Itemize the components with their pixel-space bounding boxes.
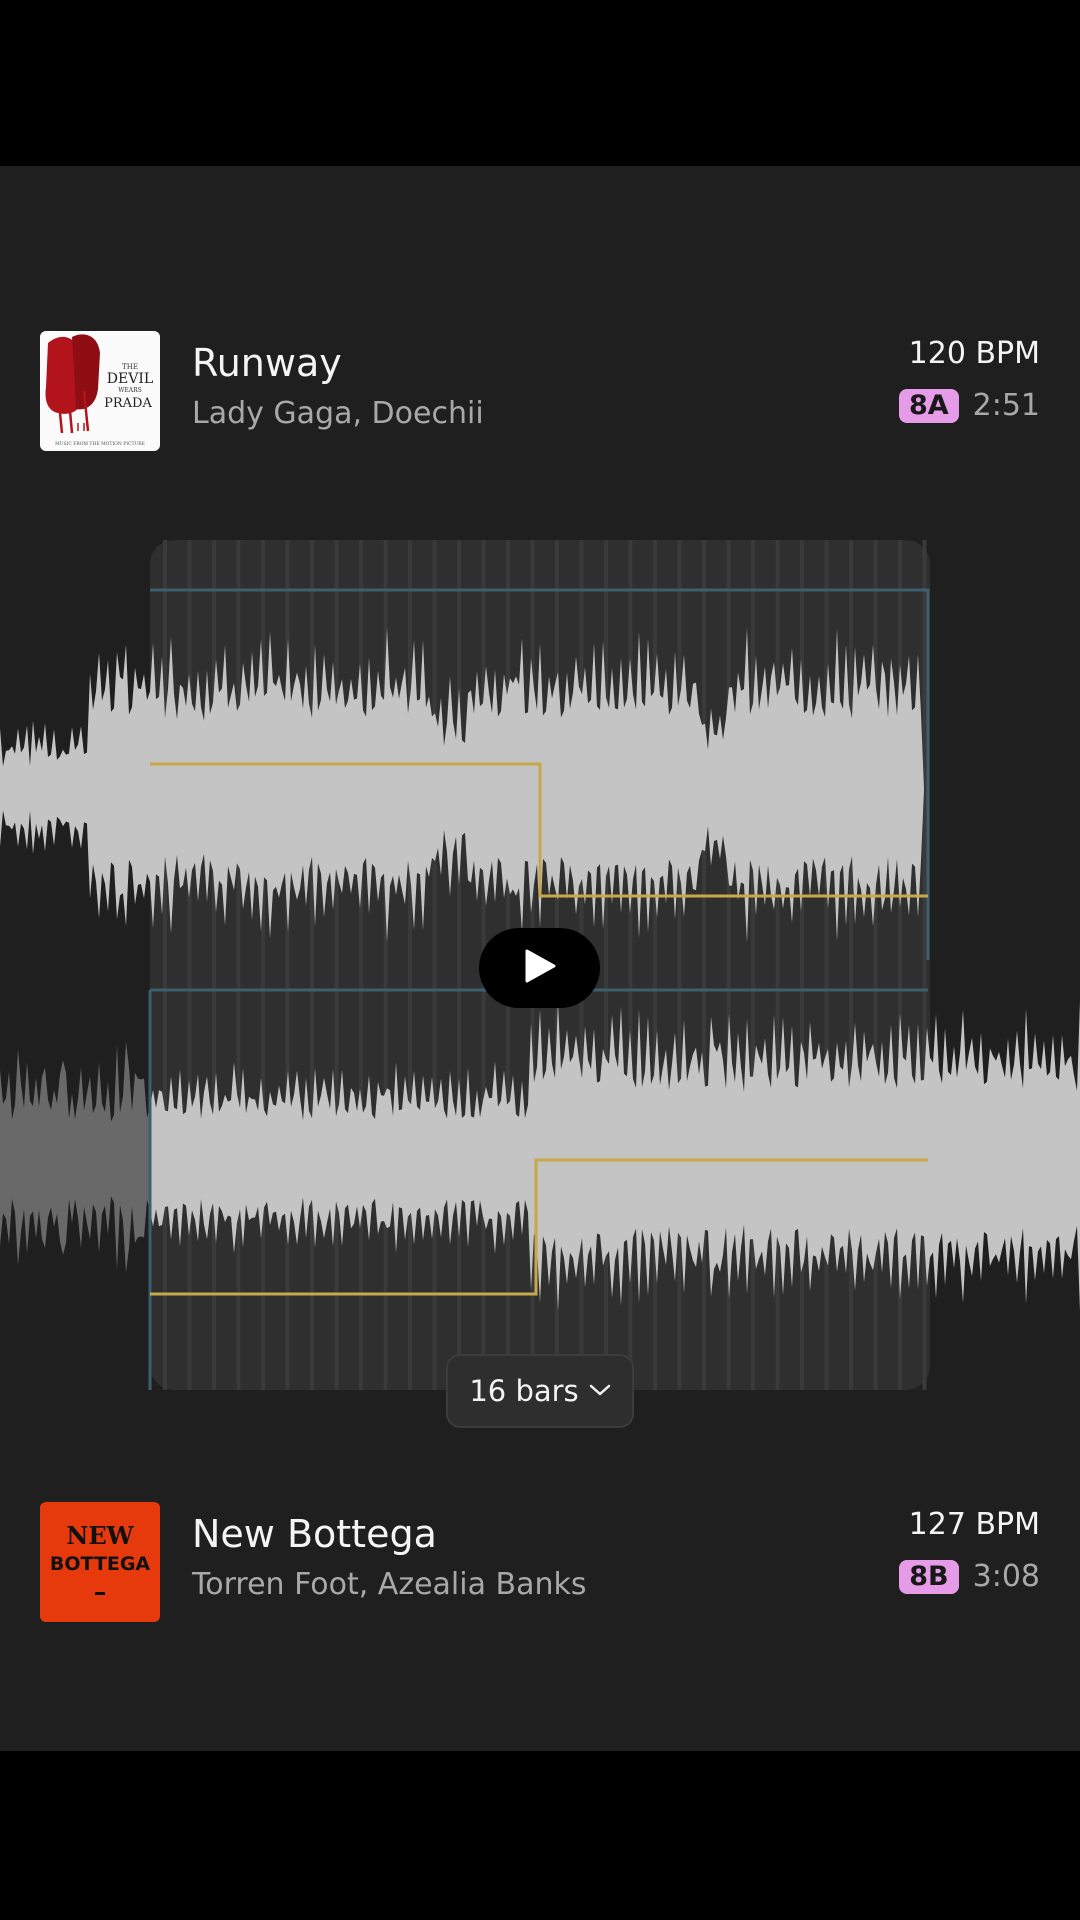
svg-text:NEW: NEW (66, 1521, 134, 1550)
bars-label: 16 bars (469, 1374, 579, 1408)
track-duration: 3:08 (972, 1559, 1040, 1594)
track-title: Runway (192, 341, 342, 385)
key-badge: 8B (899, 1559, 959, 1594)
track-title: New Bottega (192, 1512, 437, 1556)
svg-text:THE: THE (122, 363, 138, 371)
track-artist: Lady Gaga, Doechii (192, 396, 484, 431)
svg-text:BOTTEGA: BOTTEGA (50, 1553, 151, 1575)
svg-text:PRADA: PRADA (104, 396, 152, 411)
album-cover-new-bottega: NEW BOTTEGA (40, 1502, 160, 1622)
bars-length-dropdown[interactable]: 16 bars (446, 1354, 634, 1428)
track-card-runway[interactable]: THE DEVIL WEARS PRADA MUSIC FROM THE MOT… (0, 331, 1080, 455)
track-meta: 8B 3:08 (899, 1559, 1040, 1594)
track-artist: Torren Foot, Azealia Banks (192, 1567, 587, 1602)
track-meta: 8A 2:51 (898, 388, 1040, 423)
play-icon (523, 948, 557, 988)
track-bpm: 120 BPM (908, 336, 1040, 371)
track-card-new-bottega[interactable]: NEW BOTTEGA New Bottega Torren Foot, Aze… (0, 1502, 1080, 1626)
track-bpm: 127 BPM (908, 1507, 1040, 1542)
chevron-down-icon (589, 1382, 611, 1401)
svg-text:DEVIL: DEVIL (107, 371, 153, 387)
play-button[interactable] (479, 928, 600, 1008)
key-badge: 8A (898, 388, 959, 423)
track-duration: 2:51 (972, 388, 1040, 423)
svg-text:WEARS: WEARS (118, 387, 142, 394)
album-cover-runway: THE DEVIL WEARS PRADA MUSIC FROM THE MOT… (40, 331, 160, 451)
mix-screen: THE DEVIL WEARS PRADA MUSIC FROM THE MOT… (0, 166, 1080, 1751)
svg-text:MUSIC FROM THE MOTION PICTURE: MUSIC FROM THE MOTION PICTURE (55, 441, 145, 447)
